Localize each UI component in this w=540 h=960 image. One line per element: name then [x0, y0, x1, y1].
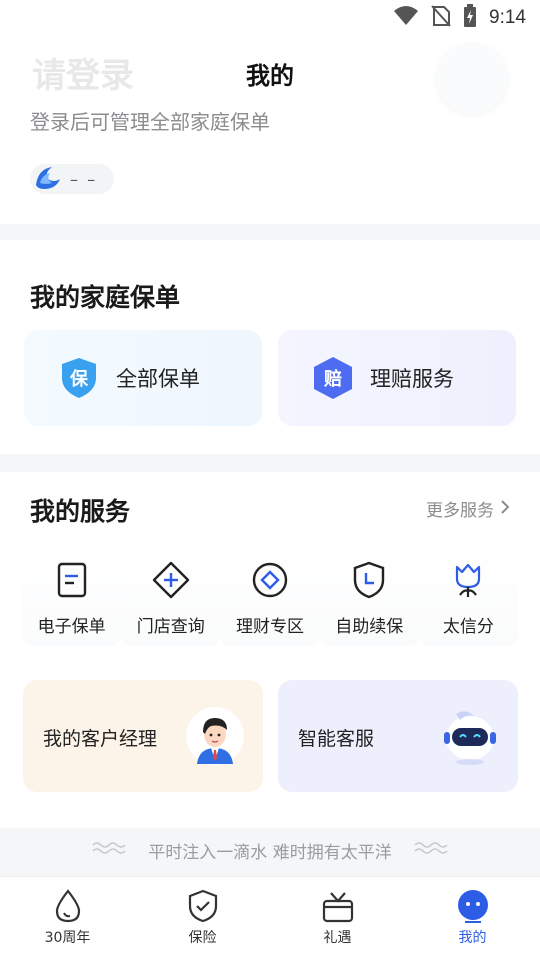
- wifi-icon: [393, 5, 419, 31]
- services-title: 我的服务: [30, 497, 131, 526]
- login-hint: 登录后可管理全部家庭保单: [30, 110, 270, 134]
- profile-header: 请登录 我的 登录后可管理全部家庭保单 – –: [0, 36, 540, 224]
- more-services-link[interactable]: 更多服务: [426, 496, 510, 521]
- customer-manager-card[interactable]: 我的客户经理: [23, 680, 263, 792]
- service-item-self-renew[interactable]: 自助续保: [319, 546, 419, 646]
- claim-service-card[interactable]: 赔 理赔服务: [278, 330, 516, 426]
- service-item-credit-score[interactable]: 太信分: [418, 546, 519, 646]
- service-item-finance[interactable]: 理财专区: [220, 546, 320, 646]
- shield-badge-text: 保: [69, 368, 89, 390]
- tab-insurance[interactable]: 保险: [135, 877, 270, 960]
- service-label: 门店查询: [136, 617, 205, 637]
- gift-icon: [321, 889, 355, 923]
- claim-service-label: 理赔服务: [370, 367, 454, 391]
- battery-charging-icon: [463, 4, 477, 32]
- status-bar: 9:14: [0, 0, 540, 36]
- member-level-value: – –: [70, 169, 98, 189]
- renew-icon: [349, 560, 389, 600]
- bottom-tab-bar: 30周年 保险 礼遇 我的: [0, 876, 540, 960]
- service-grid: 电子保单 门店查询 理财专区 自助续保 太信分: [22, 546, 519, 646]
- robot-assistant-icon: [440, 706, 500, 766]
- claim-badge-text: 赔: [324, 368, 342, 390]
- shield-icon: 保: [56, 355, 102, 401]
- claim-icon: 赔: [310, 355, 356, 401]
- store-locate-icon: [151, 560, 191, 600]
- more-services-label: 更多服务: [426, 501, 494, 521]
- smart-service-label: 智能客服: [298, 728, 375, 750]
- service-label: 太信分: [442, 617, 494, 637]
- tab-mine[interactable]: 我的: [405, 877, 540, 960]
- tab-label: 我的: [458, 930, 487, 946]
- shield-check-icon: [186, 889, 220, 923]
- wave-decoration-icon: [92, 840, 126, 861]
- service-label: 理财专区: [236, 617, 304, 637]
- tab-30th-anniversary[interactable]: 30周年: [0, 877, 135, 960]
- chevron-right-icon: [500, 499, 510, 519]
- slogan-text: 平时注入一滴水 难时拥有太平洋: [148, 843, 392, 863]
- tab-rewards[interactable]: 礼遇: [270, 877, 405, 960]
- all-policies-label: 全部保单: [116, 367, 200, 391]
- smart-service-card[interactable]: 智能客服: [278, 680, 518, 792]
- avatar[interactable]: [436, 42, 508, 114]
- service-item-store-query[interactable]: 门店查询: [121, 546, 221, 646]
- member-level-pill[interactable]: – –: [30, 164, 114, 194]
- all-policies-card[interactable]: 保 全部保单: [24, 330, 262, 426]
- service-label: 电子保单: [37, 617, 106, 637]
- manager-avatar-icon: [185, 706, 245, 766]
- service-label: 自助续保: [335, 617, 404, 637]
- tab-label: 30周年: [44, 930, 91, 946]
- clock: 9:14: [489, 7, 526, 28]
- family-policy-section: 我的家庭保单 保 全部保单 赔 理赔服务: [0, 240, 540, 454]
- services-section: 我的服务 更多服务 电子保单 门店查询 理财专区 自助续保 太信分 我的客户经理…: [0, 472, 540, 828]
- no-sim-icon: [431, 5, 451, 31]
- tab-label: 保险: [188, 930, 217, 946]
- service-item-e-policy[interactable]: 电子保单: [22, 546, 122, 646]
- customer-manager-label: 我的客户经理: [43, 728, 158, 750]
- finance-icon: [250, 560, 290, 600]
- drop-icon: [51, 889, 85, 923]
- family-policy-title: 我的家庭保单: [30, 283, 181, 312]
- credit-score-icon: [448, 560, 488, 600]
- wave-decoration-icon: [414, 840, 448, 861]
- tab-label: 礼遇: [323, 930, 352, 946]
- document-icon: [52, 560, 92, 600]
- wave-logo-icon: [32, 163, 62, 195]
- profile-face-icon: [456, 889, 490, 923]
- slogan-banner: 平时注入一滴水 难时拥有太平洋: [0, 838, 540, 863]
